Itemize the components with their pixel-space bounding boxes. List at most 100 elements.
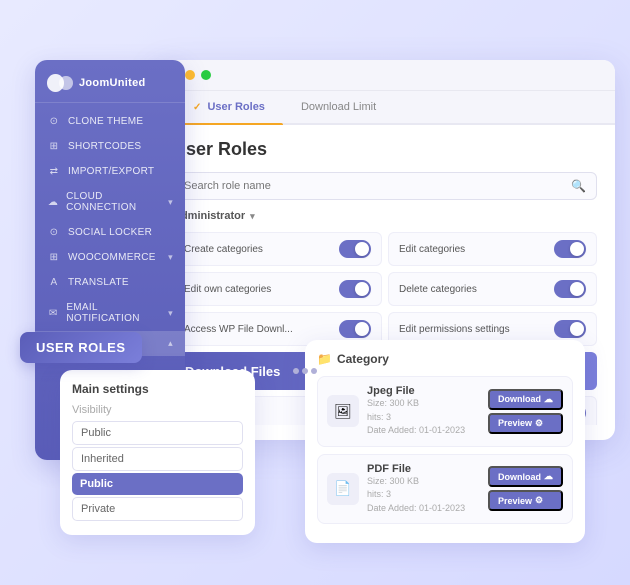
visibility-option-inherited[interactable]: Inherited [72,447,243,471]
logo-icon [47,74,73,92]
window-minimize-dot[interactable] [185,70,195,80]
permission-label: Edit own categories [184,284,271,295]
gear-icon: ⚙ [535,418,543,429]
role-selector[interactable]: Administrator ▾ [173,210,597,222]
sidebar-item-label: TRANSLATE [68,277,129,288]
sidebar-item-label: SHORTCODES [68,141,141,152]
browser-titlebar [155,60,615,91]
toggle-delete-categories[interactable] [554,280,586,298]
sidebar-item-label: EMAIL NOTIFICATION [66,302,161,324]
window-maximize-dot[interactable] [201,70,211,80]
permission-row: Delete categories [388,272,597,306]
download-icon: ☁ [544,394,553,405]
toggle-create-categories[interactable] [339,240,371,258]
visibility-label: Visibility [72,404,243,416]
browser-tabs: ✓ User Roles Download Limit [155,91,615,125]
sidebar-logo: JoomUnited [35,60,185,103]
search-icon: 🔍 [571,179,586,193]
permission-row: Edit categories [388,232,597,266]
sidebar-item-woocommerce[interactable]: ⊞ WOOCOMMERCE ▾ [35,245,185,270]
import-export-icon: ⇄ [47,166,61,177]
pdf-file-thumb: 📄 [327,473,359,505]
toggle-access-wp-file[interactable] [339,320,371,338]
files-card-titlebar: 📁 Category [317,352,573,366]
shortcodes-icon: ⊞ [47,141,61,152]
pdf-file-actions: Download ☁ Preview ⚙ [488,466,563,511]
cloud-icon: ☁ [47,197,59,208]
jpeg-file-date: Date Added: 01-01-2023 [367,424,480,438]
tab-download-limit[interactable]: Download Limit [283,91,394,123]
jpeg-file-name: Jpeg File [367,385,480,397]
tab-user-roles-label: User Roles [207,101,264,113]
sidebar-item-social-locker[interactable]: ⊙ SOCIAL LOCKER [35,220,185,245]
sidebar-item-label: CLONE THEME [68,116,143,127]
visibility-option-public-1[interactable]: Public [72,421,243,445]
toggle-edit-permissions[interactable] [554,320,586,338]
pdf-file-name: PDF File [367,463,480,475]
folder-icon: 📁 [317,352,332,366]
permission-label: Edit permissions settings [399,324,510,335]
permission-row: Create categories [173,232,382,266]
pdf-file-date: Date Added: 01-01-2023 [367,502,480,516]
user-roles-badge: USER ROLES [20,332,142,363]
tab-check-icon: ✓ [193,102,201,113]
translate-icon: A [47,277,61,288]
chevron-down-icon: ▾ [168,252,173,263]
files-card: 📁 Category 🖼 Jpeg File Size: 300 KB hits… [305,340,585,543]
permission-row: Edit own categories [173,272,382,306]
three-dots-decoration [293,368,317,374]
main-settings-title: Main settings [72,382,243,396]
sidebar-item-label: CLOUD CONNECTION [66,191,161,213]
jpeg-file-actions: Download ☁ Preview ⚙ [488,389,563,434]
gear-icon: ⚙ [535,495,543,506]
sidebar-item-translate[interactable]: A TRANSLATE [35,270,185,295]
file-item-pdf: 📄 PDF File Size: 300 KB hits: 3 Date Add… [317,454,573,525]
jpeg-file-info: Jpeg File Size: 300 KB hits: 3 Date Adde… [367,385,480,438]
chevron-down-icon: ▾ [168,308,173,319]
clone-theme-icon: ⊙ [47,116,61,127]
pdf-download-button[interactable]: Download ☁ [488,466,563,487]
sidebar-item-label: SOCIAL LOCKER [68,227,152,238]
permission-label: Edit categories [399,244,465,255]
toggle-edit-own-categories[interactable] [339,280,371,298]
sidebar-item-import-export[interactable]: ⇄ IMPORT/EXPORT [35,159,185,184]
pdf-file-size: Size: 300 KB [367,475,480,489]
chevron-down-icon: ▾ [250,211,255,222]
jpeg-file-thumb: 🖼 [327,395,359,427]
sidebar-item-label: IMPORT/EXPORT [68,166,154,177]
tab-download-limit-label: Download Limit [301,101,376,113]
jpeg-file-size: Size: 300 KB [367,397,480,411]
chevron-down-icon: ▾ [168,197,173,208]
visibility-option-private[interactable]: Private [72,497,243,521]
permission-label: Create categories [184,244,263,255]
jpeg-preview-button[interactable]: Preview ⚙ [488,413,563,434]
tab-user-roles[interactable]: ✓ User Roles [175,91,283,123]
download-icon: ☁ [544,471,553,482]
toggle-edit-categories[interactable] [554,240,586,258]
file-item-jpeg: 🖼 Jpeg File Size: 300 KB hits: 3 Date Ad… [317,376,573,447]
permission-label: Access WP File Downl... [184,324,293,335]
jpeg-file-hits: hits: 3 [367,411,480,425]
search-bar: 🔍 [173,172,597,200]
pdf-file-hits: hits: 3 [367,488,480,502]
social-locker-icon: ⊙ [47,227,61,238]
sidebar-item-cloud-connection[interactable]: ☁ CLOUD CONNECTION ▾ [35,184,185,220]
sidebar-item-clone-theme[interactable]: ⊙ CLONE THEME [35,109,185,134]
pdf-preview-button[interactable]: Preview ⚙ [488,490,563,511]
chevron-up-icon: ▴ [168,338,173,349]
main-settings-card: Main settings Visibility Public Inherite… [60,370,255,535]
search-input[interactable] [184,180,571,192]
jpeg-download-button[interactable]: Download ☁ [488,389,563,410]
files-card-title: Category [337,352,389,366]
page-title: User Roles [173,139,597,160]
sidebar-item-label: WOOCOMMERCE [68,252,156,263]
sidebar-item-shortcodes[interactable]: ⊞ SHORTCODES [35,134,185,159]
sidebar-item-email-notification[interactable]: ✉ EMAIL NOTIFICATION ▾ [35,295,185,331]
visibility-option-public-2[interactable]: Public [72,473,243,495]
permission-grid: Create categories Edit categories Edit o… [173,232,597,346]
woocommerce-icon: ⊞ [47,252,61,263]
pdf-file-info: PDF File Size: 300 KB hits: 3 Date Added… [367,463,480,516]
email-icon: ✉ [47,308,59,319]
permission-label: Delete categories [399,284,477,295]
logo-text: JoomUnited [79,77,146,89]
